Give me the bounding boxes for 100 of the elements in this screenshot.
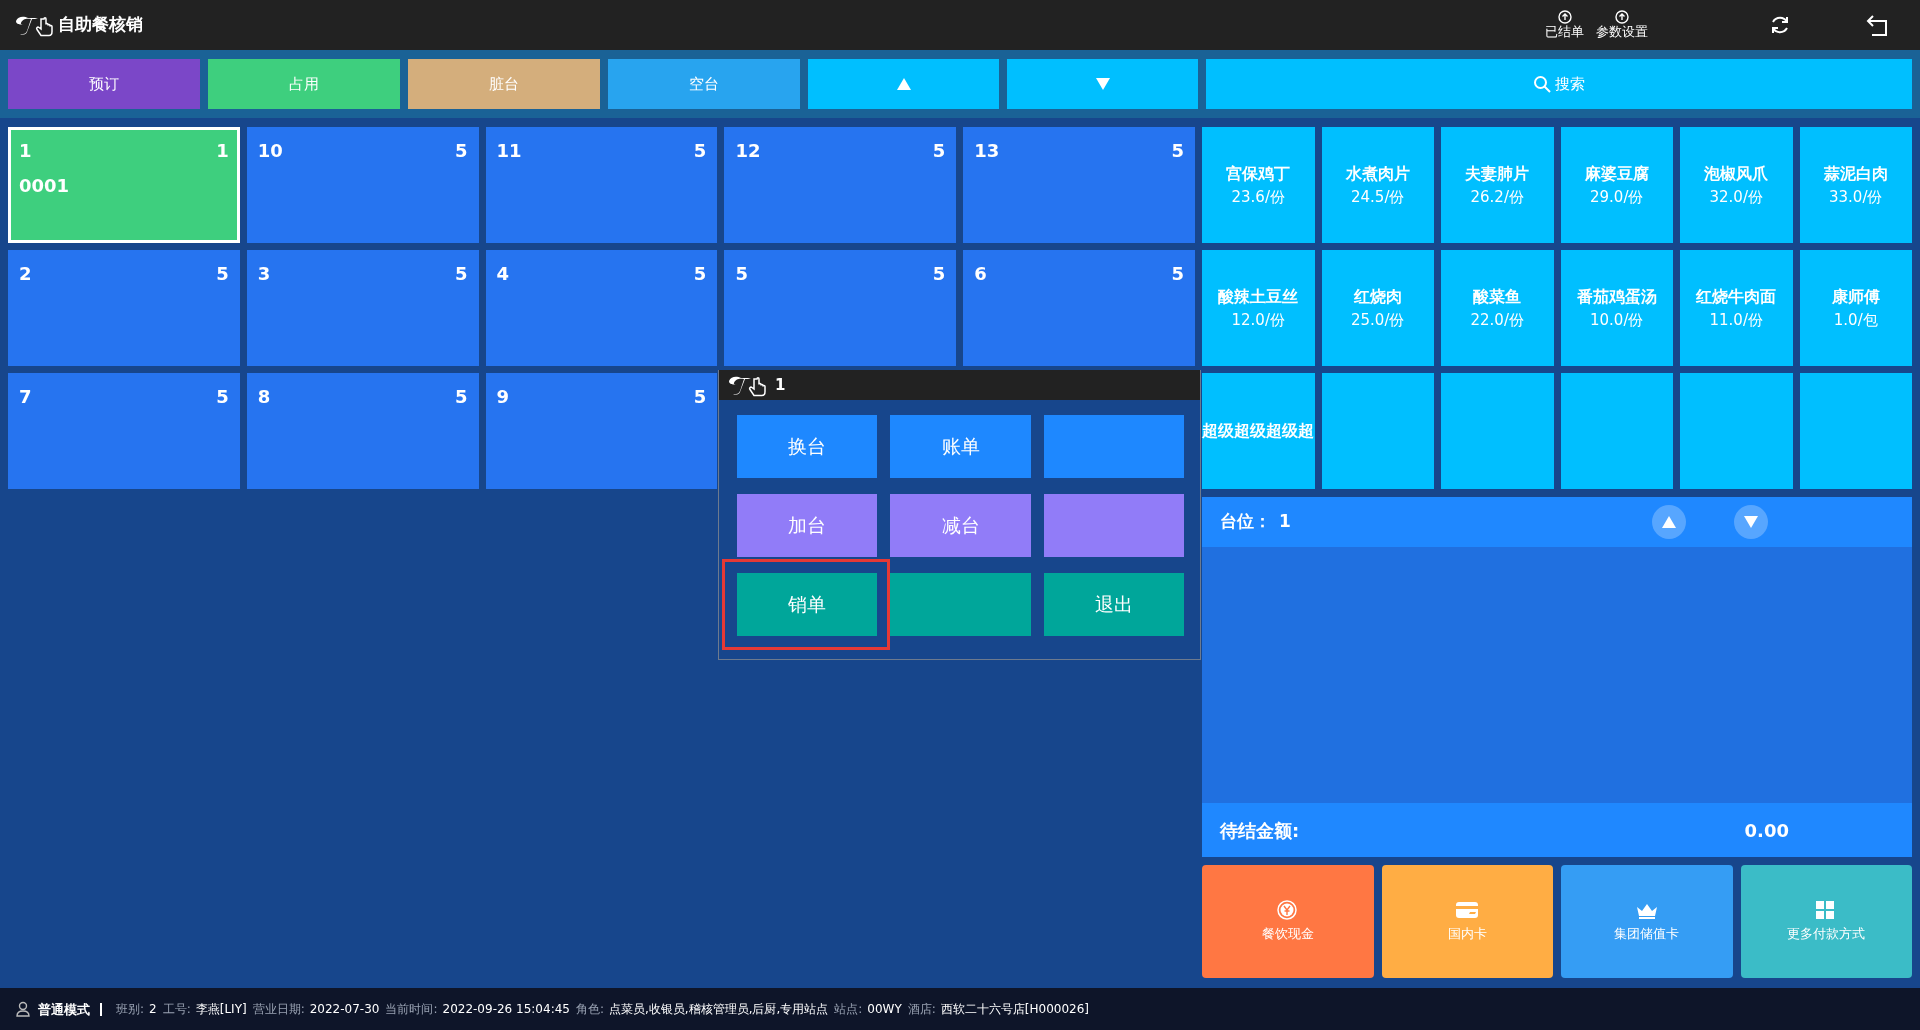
dish-tile[interactable]: 夫妻肺片 26.2/份 <box>1441 127 1554 243</box>
table-number: 13 <box>974 139 1000 163</box>
dish-tile[interactable]: 番茄鸡蛋汤 10.0/份 <box>1560 250 1673 366</box>
filter-button[interactable]: 占用 <box>208 59 400 109</box>
down-triangle-icon <box>1744 516 1758 528</box>
dish-name: 超级超级超级超 <box>1202 420 1315 442</box>
action-button[interactable]: 加台 <box>737 494 877 557</box>
action-button[interactable]: 换台 <box>737 415 877 478</box>
empty-dish-tile[interactable] <box>1441 373 1554 489</box>
table-tile[interactable]: 13 5 <box>963 127 1195 243</box>
dish-tile[interactable]: 蒜泥白肉 33.0/份 <box>1799 127 1912 243</box>
payment-button[interactable]: 餐饮现金 <box>1202 865 1374 978</box>
dish-tile[interactable]: 红烧肉 25.0/份 <box>1321 250 1434 366</box>
field-value: 西软二十六号店[H000026] <box>940 1001 1090 1018</box>
empty-dish-tile[interactable] <box>1321 373 1434 489</box>
table-tile[interactable]: 4 5 <box>485 250 718 366</box>
table-tile[interactable]: 3 5 <box>246 250 479 366</box>
table-tile[interactable]: 1 1 0001 <box>8 127 240 243</box>
filter-button[interactable]: 空台 <box>608 59 800 109</box>
search-button[interactable]: 搜索 <box>1206 59 1912 109</box>
field-label: 工号: <box>162 1001 191 1018</box>
dish-price: 32.0/份 <box>1709 186 1763 208</box>
table-tile[interactable]: 9 5 <box>485 373 718 489</box>
dish-price: 29.0/份 <box>1590 186 1644 208</box>
scroll-down-button[interactable] <box>1734 505 1768 539</box>
user-icon <box>16 1001 30 1017</box>
dish-tile[interactable]: 酸辣土豆丝 12.0/份 <box>1202 250 1315 366</box>
dish-tile[interactable]: 红烧牛肉面 11.0/份 <box>1680 250 1793 366</box>
table-tile[interactable]: 6 5 <box>963 250 1195 366</box>
empty-dish-tile[interactable] <box>1560 373 1673 489</box>
dish-tile[interactable]: 宫保鸡丁 23.6/份 <box>1202 127 1315 243</box>
seat-count: 5 <box>693 385 707 409</box>
seat-count: 5 <box>693 139 707 163</box>
table-number: 2 <box>19 262 32 286</box>
table-number: 8 <box>257 385 271 409</box>
field-label: 酒店: <box>907 1001 936 1018</box>
dish-tile[interactable]: 超级超级超级超 <box>1202 373 1315 489</box>
toolbar-button[interactable]: 已结单 <box>1539 10 1590 40</box>
toolbar-button[interactable]: 参数设置 <box>1590 10 1654 40</box>
scroll-up-button[interactable] <box>1652 505 1686 539</box>
dish-tile[interactable]: 酸菜鱼 22.0/份 <box>1441 250 1554 366</box>
table-label: 台位： <box>1220 510 1271 534</box>
table-number: 7 <box>19 385 32 409</box>
blank-button[interactable] <box>1044 494 1184 557</box>
table-tile[interactable]: 7 5 <box>8 373 240 489</box>
blank-button[interactable] <box>1044 415 1184 478</box>
payment-button[interactable]: 更多付款方式 <box>1740 865 1912 978</box>
empty-dish-tile[interactable] <box>1799 373 1912 489</box>
table-tile[interactable]: 12 5 <box>724 127 957 243</box>
action-button[interactable]: 账单 <box>890 415 1031 478</box>
dish-price: 10.0/份 <box>1590 309 1644 331</box>
seat-count: 5 <box>1171 139 1184 163</box>
field-value: 2 <box>149 1001 157 1018</box>
action-button[interactable]: 减台 <box>890 494 1031 557</box>
dish-name: 酸菜鱼 <box>1473 285 1522 308</box>
seat-count: 5 <box>932 262 946 286</box>
table-number: 6 <box>974 262 987 286</box>
field-label: 角色: <box>575 1001 604 1018</box>
dish-tile[interactable]: 康师傅 1.0/包 <box>1799 250 1912 366</box>
dish-tile[interactable]: 麻婆豆腐 29.0/份 <box>1560 127 1673 243</box>
field-label: 当前时间: <box>385 1001 438 1018</box>
dish-price: 33.0/份 <box>1829 186 1883 208</box>
total-label: 待结金额: <box>1220 818 1300 843</box>
yuan-coin-icon <box>1276 899 1299 920</box>
table-number: 5 <box>735 262 748 286</box>
dish-name: 酸辣土豆丝 <box>1218 285 1299 308</box>
dish-name: 夫妻肺片 <box>1465 162 1530 185</box>
dish-price: 26.2/份 <box>1470 186 1524 208</box>
action-button[interactable]: 退出 <box>1044 573 1184 636</box>
table-tile[interactable]: 11 5 <box>485 127 718 243</box>
card-icon <box>1456 899 1479 920</box>
dish-name: 红烧肉 <box>1353 285 1402 308</box>
up-triangle-icon <box>1662 516 1676 528</box>
table-number: 11 <box>496 139 522 163</box>
payment-button[interactable]: 国内卡 <box>1381 865 1553 978</box>
upload-icon <box>1615 10 1629 25</box>
payment-button[interactable]: 集团储值卡 <box>1561 865 1733 978</box>
blank-button[interactable] <box>890 573 1031 636</box>
field-label: 营业日期: <box>252 1001 305 1018</box>
dish-tile[interactable]: 泡椒风爪 32.0/份 <box>1680 127 1793 243</box>
field-value: 点菜员,收银员,稽核管理员,后厨,专用站点 <box>609 1001 829 1018</box>
action-button[interactable]: 销单 <box>737 573 877 636</box>
table-tile[interactable]: 10 5 <box>246 127 479 243</box>
empty-dish-tile[interactable] <box>1680 373 1793 489</box>
table-tile[interactable]: 8 5 <box>246 373 479 489</box>
dish-tile[interactable]: 水煮肉片 24.5/份 <box>1321 127 1434 243</box>
dish-name: 泡椒风爪 <box>1704 162 1769 185</box>
table-tile[interactable]: 2 5 <box>8 250 240 366</box>
upload-icon <box>1557 10 1572 25</box>
table-tile[interactable]: 5 5 <box>724 250 957 366</box>
field-value: 李燕[LIY] <box>195 1001 247 1018</box>
field-value: 2022-07-30 <box>309 1001 380 1018</box>
filter-button[interactable]: 预订 <box>8 59 200 109</box>
seat-count: 5 <box>216 385 229 409</box>
table-value: 1 <box>1279 510 1291 534</box>
popup-title: 1 <box>775 374 786 396</box>
page-down-button[interactable] <box>1007 59 1198 109</box>
filter-button[interactable]: 脏台 <box>408 59 600 109</box>
page-up-button[interactable] <box>808 59 999 109</box>
table-number: 9 <box>496 385 510 409</box>
